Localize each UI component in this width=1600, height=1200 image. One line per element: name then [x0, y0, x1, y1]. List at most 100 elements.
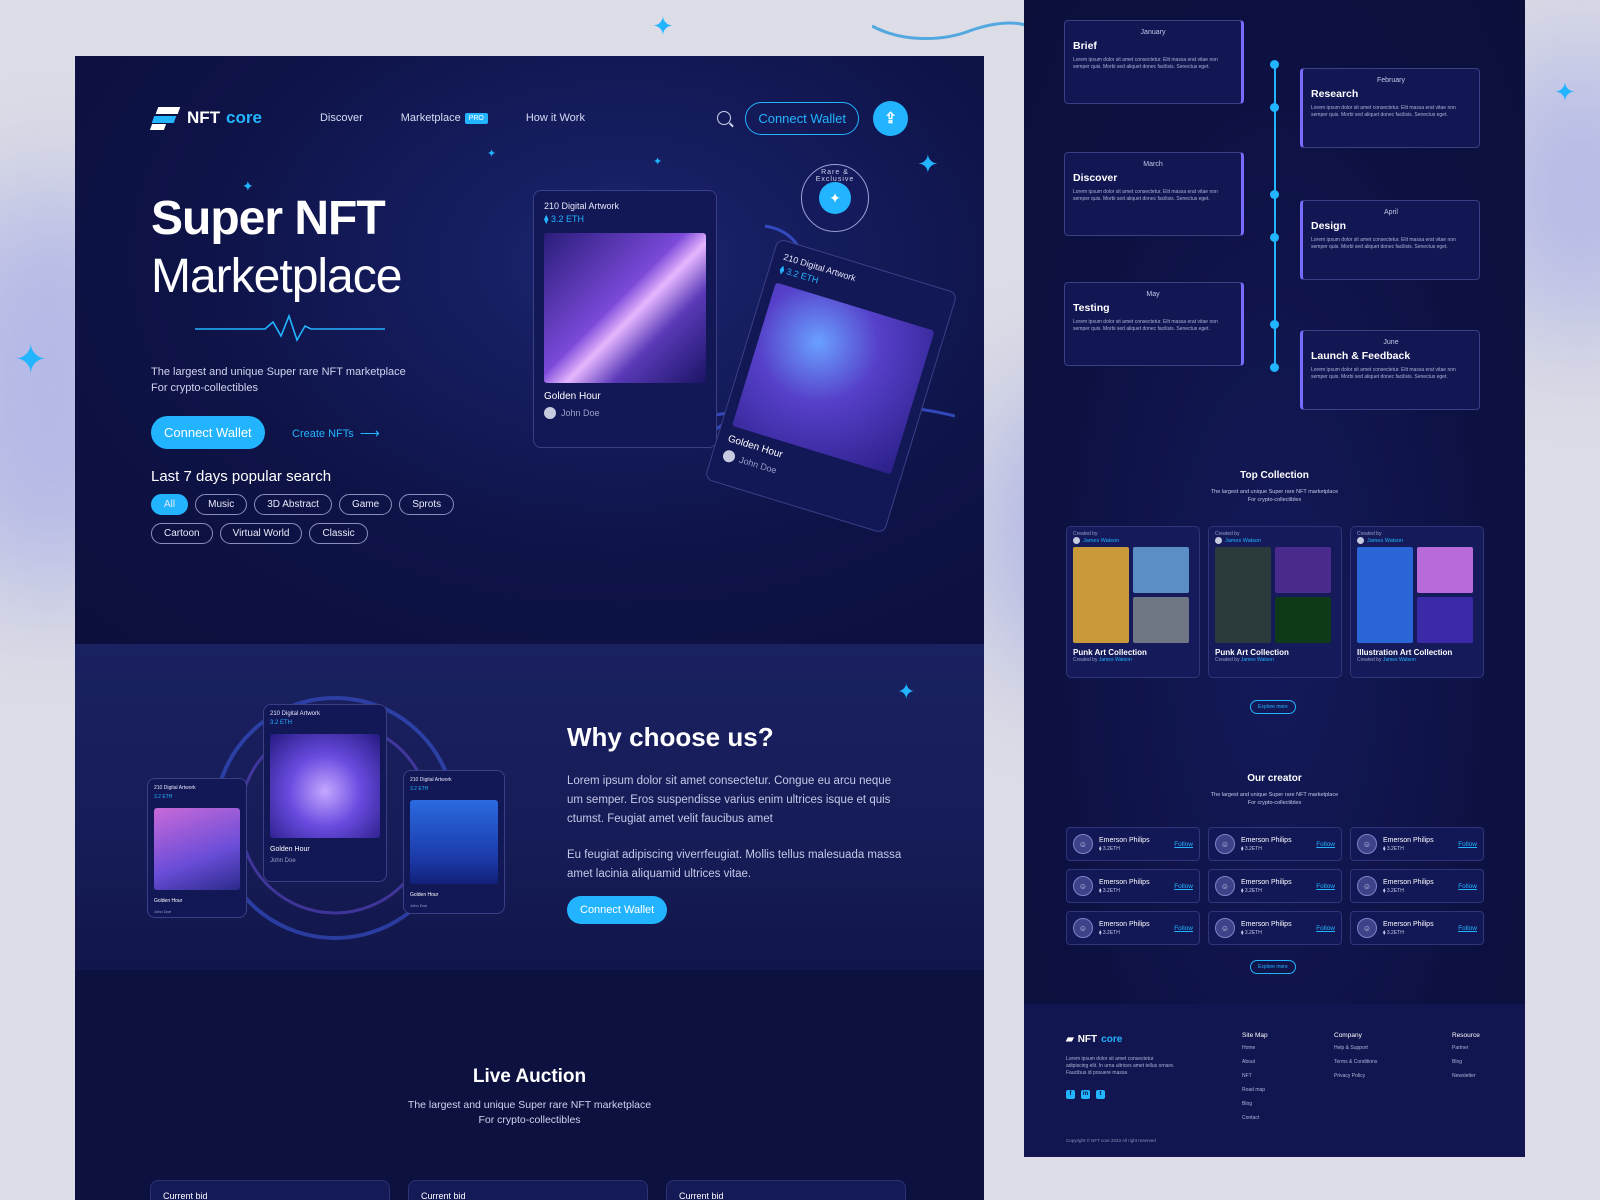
footer-link[interactable]: Terms & Conditions	[1334, 1059, 1377, 1065]
chip-all[interactable]: All	[151, 494, 189, 515]
nft-card-title: 210 Digital Artwork	[154, 785, 196, 791]
nav-link-how-it-work[interactable]: How it Work	[526, 112, 585, 124]
footer-logo[interactable]: ▰ NFT core	[1066, 1034, 1122, 1045]
follow-button[interactable]: Follow	[1174, 925, 1193, 932]
creator-card[interactable]: ☺ Emerson Philips ⧫ 3.2ETH Follow	[1350, 869, 1484, 903]
twitter-icon[interactable]: t	[1096, 1090, 1105, 1099]
footer-link[interactable]: Help & Support	[1334, 1045, 1377, 1051]
footer-link[interactable]: Newsletter	[1452, 1073, 1480, 1079]
creator-info: Emerson Philips ⧫ 3.2ETH	[1383, 879, 1434, 894]
collection-creator: James Watson	[1357, 537, 1477, 544]
sparkle-icon: ✦	[653, 155, 663, 168]
collection-thumbnail	[1133, 597, 1189, 643]
chip-classic[interactable]: Classic	[309, 523, 368, 544]
auction-card[interactable]: Current bid	[408, 1180, 648, 1200]
footer-link[interactable]: Privacy Policy	[1334, 1073, 1377, 1079]
collection-card[interactable]: Created by James Watson Punk Art Collect…	[1208, 526, 1342, 678]
collection-creator-name: James Watson	[1240, 657, 1274, 663]
why-connect-wallet-button[interactable]: Connect Wallet	[567, 896, 668, 924]
chip-virtual-world[interactable]: Virtual World	[219, 523, 303, 544]
timeline-card: February Research Lorem ipsum dolor sit …	[1300, 68, 1480, 148]
nft-card[interactable]: 210 Digital Artwork 3.2 ETH Golden Hour …	[147, 778, 247, 918]
auction-card[interactable]: Current bid	[150, 1180, 390, 1200]
our-creator-desc-line1: The largest and unique Super rare NFT ma…	[1210, 792, 1339, 798]
star-icon: ✦	[819, 182, 851, 214]
nft-card[interactable]: 210 Digital Artwork 3.2 ETH Golden Hour …	[403, 770, 505, 914]
explore-more-button[interactable]: Explore more	[1250, 700, 1296, 714]
creator-card[interactable]: ☺ Emerson Philips ⧫ 3.2ETH Follow	[1350, 827, 1484, 861]
explore-more-button[interactable]: Explore more	[1250, 960, 1296, 974]
follow-button[interactable]: Follow	[1458, 841, 1477, 848]
created-by-label: Created by	[1357, 657, 1382, 663]
follow-button[interactable]: Follow	[1316, 925, 1335, 932]
follow-button[interactable]: Follow	[1458, 925, 1477, 932]
follow-button[interactable]: Follow	[1174, 841, 1193, 848]
timeline-title: Research	[1311, 88, 1359, 100]
collection-card[interactable]: Created by James Watson Punk Art Collect…	[1066, 526, 1200, 678]
facebook-icon[interactable]: f	[1066, 1090, 1075, 1099]
footer-link[interactable]: Contact	[1242, 1115, 1268, 1121]
creator-card[interactable]: ☺ Emerson Philips ⧫ 3.2ETH Follow	[1208, 869, 1342, 903]
logo[interactable]: NFT core	[149, 105, 262, 131]
nav-link-discover[interactable]: Discover	[320, 112, 363, 124]
collection-card[interactable]: Created by James Watson Illustration Art…	[1350, 526, 1484, 678]
chip-music[interactable]: Music	[195, 494, 248, 515]
nft-card-name: Golden Hour	[410, 892, 439, 898]
chip-sprots[interactable]: Sprots	[399, 494, 455, 515]
creator-info: Emerson Philips ⧫ 3.2ETH	[1241, 837, 1292, 852]
why-title: Why choose us?	[567, 722, 774, 752]
upload-icon[interactable]: ⇪	[873, 100, 908, 136]
nft-card[interactable]: 210 Digital Artwork 3.2 ETH Golden Hour …	[263, 704, 387, 882]
creator-earnings: ⧫ 3.2ETH	[1099, 846, 1150, 852]
chip-cartoon[interactable]: Cartoon	[151, 523, 213, 544]
footer-link[interactable]: Blog	[1452, 1059, 1480, 1065]
avatar: ☺	[1073, 876, 1093, 896]
creator-card[interactable]: ☺ Emerson Philips ⧫ 3.2ETH Follow	[1350, 911, 1484, 945]
top-collection-title: Top Collection	[1240, 470, 1309, 481]
creator-earnings-value: 3.2ETH	[1386, 845, 1404, 852]
chip-game[interactable]: Game	[338, 494, 393, 515]
footer-link[interactable]: Home	[1242, 1045, 1268, 1051]
logo-text: NFT	[187, 108, 221, 127]
follow-button[interactable]: Follow	[1316, 841, 1335, 848]
timeline-card: March Discover Lorem ipsum dolor sit ame…	[1064, 152, 1244, 236]
nft-card-name: Golden Hour	[270, 846, 310, 853]
linkedin-icon[interactable]: in	[1081, 1090, 1090, 1099]
creator-card[interactable]: ☺ Emerson Philips ⧫ 3.2ETH Follow	[1208, 827, 1342, 861]
creator-info: Emerson Philips ⧫ 3.2ETH	[1241, 921, 1292, 936]
nav-link-marketplace[interactable]: Marketplace PRO	[401, 112, 488, 124]
creator-card[interactable]: ☺ Emerson Philips ⧫ 3.2ETH Follow	[1066, 869, 1200, 903]
nft-card-price: 3.2 ETH	[270, 720, 293, 726]
collection-creator: James Watson	[1215, 537, 1335, 544]
footer-link[interactable]: NFT	[1242, 1073, 1268, 1079]
follow-button[interactable]: Follow	[1174, 883, 1193, 890]
footer-link[interactable]: Road map	[1242, 1087, 1268, 1093]
search-icon[interactable]	[717, 111, 732, 125]
footer-link[interactable]: Blog	[1242, 1101, 1268, 1107]
follow-button[interactable]: Follow	[1458, 883, 1477, 890]
eth-icon: ⧫	[544, 214, 551, 224]
footer-link[interactable]: About	[1242, 1059, 1268, 1065]
creator-card[interactable]: ☺ Emerson Philips ⧫ 3.2ETH Follow	[1066, 911, 1200, 945]
nft-card[interactable]: 210 Digital Artwork ⧫ 3.2 ETH Golden Hou…	[533, 190, 717, 448]
sparkle-icon: ✦	[652, 12, 674, 42]
collection-title: Punk Art Collection	[1215, 648, 1289, 657]
hero-connect-wallet-button[interactable]: Connect Wallet	[151, 416, 265, 449]
creator-earnings-value: 3.2ETH	[1386, 887, 1404, 894]
creator-card[interactable]: ☺ Emerson Philips ⧫ 3.2ETH Follow	[1208, 911, 1342, 945]
collection-thumbnail	[1275, 547, 1331, 593]
footer-column-title: Company	[1334, 1032, 1362, 1039]
footer-link[interactable]: Partner	[1452, 1045, 1480, 1051]
chip-3d-abstract[interactable]: 3D Abstract	[254, 494, 332, 515]
follow-button[interactable]: Follow	[1316, 883, 1335, 890]
nft-card-title: 210 Digital Artwork	[544, 201, 620, 211]
create-nfts-link[interactable]: Create NFTs ⟶	[292, 425, 380, 442]
connect-wallet-button[interactable]: Connect Wallet	[745, 101, 859, 135]
hero-description: The largest and unique Super rare NFT ma…	[151, 364, 406, 396]
auction-card[interactable]: Current bid	[666, 1180, 906, 1200]
avatar	[721, 448, 737, 464]
logo-text: NFT	[1077, 1034, 1098, 1045]
avatar: ☺	[1215, 918, 1235, 938]
creator-earnings: ⧫ 3.2ETH	[1383, 888, 1434, 894]
creator-card[interactable]: ☺ Emerson Philips ⧫ 3.2ETH Follow	[1066, 827, 1200, 861]
